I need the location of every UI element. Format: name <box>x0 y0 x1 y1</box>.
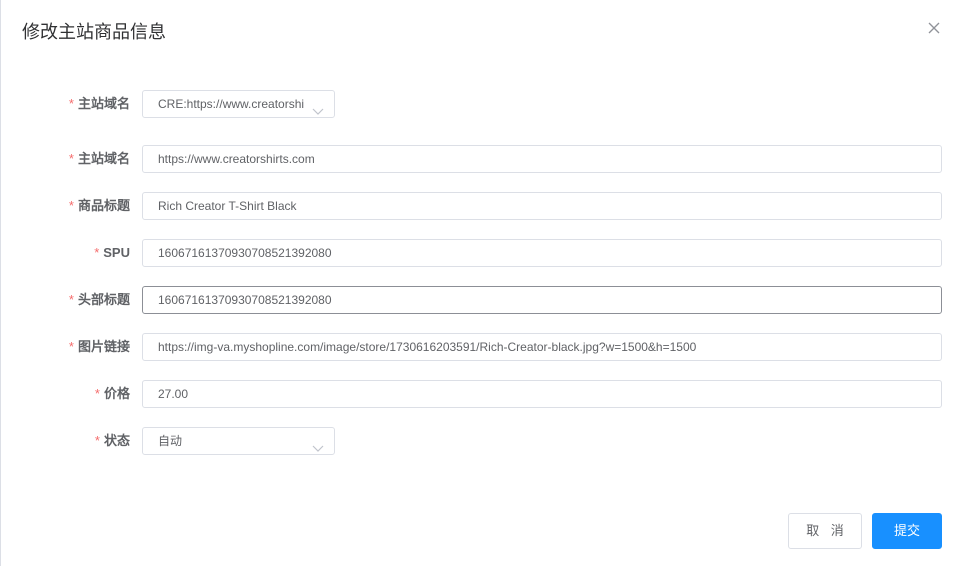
required-mark: * <box>68 151 74 166</box>
status-select[interactable]: 自动 <box>142 427 335 455</box>
close-icon[interactable] <box>925 19 943 37</box>
field-label: * SPU <box>94 245 130 260</box>
dialog-title: 修改主站商品信息 <box>22 22 166 42</box>
field-label: * 主站域名 <box>68 96 130 111</box>
form-row-image-link: * 图片链接 https://img-va.myshopline.com/imag… <box>1 333 957 361</box>
header-title-input[interactable]: 16067161370930708521392080 <box>142 286 942 314</box>
edit-product-dialog: 修改主站商品信息 * 主站域名 CRE:https://www.creatorsh… <box>0 0 957 566</box>
form-row-site-domain: * 主站域名 https://www.creatorshirts.com <box>1 145 957 173</box>
chevron-down-icon <box>312 436 324 452</box>
site-domain-select[interactable]: CRE:https://www.creatorshi <box>142 90 335 118</box>
product-title-input[interactable]: Rich Creator T-Shirt Black <box>142 192 942 220</box>
chevron-down-icon <box>312 99 324 115</box>
required-mark: * <box>68 339 74 354</box>
image-link-input[interactable]: https://img-va.myshopline.com/image/stor… <box>142 333 942 361</box>
field-label: * 主站域名 <box>68 151 130 166</box>
form-row-site-domain-select: * 主站域名 CRE:https://www.creatorshi <box>1 90 957 118</box>
submit-button[interactable]: 提交 <box>872 513 942 549</box>
spu-input[interactable]: 16067161370930708521392080 <box>142 239 942 267</box>
required-mark: * <box>94 245 100 260</box>
field-label: * 头部标题 <box>68 292 130 307</box>
required-mark: * <box>68 292 74 307</box>
field-label: * 状态 <box>94 433 130 448</box>
site-domain-input[interactable]: https://www.creatorshirts.com <box>142 145 942 173</box>
price-input[interactable]: 27.00 <box>142 380 942 408</box>
required-mark: * <box>68 96 74 111</box>
field-label: * 价格 <box>94 386 130 401</box>
form-row-product-title: * 商品标题 Rich Creator T-Shirt Black <box>1 192 957 220</box>
field-label: * 商品标题 <box>68 198 130 213</box>
required-mark: * <box>68 198 74 213</box>
cancel-button[interactable]: 取 消 <box>788 513 862 549</box>
required-mark: * <box>94 433 100 448</box>
form-row-spu: * SPU 16067161370930708521392080 <box>1 239 957 267</box>
required-mark: * <box>94 386 100 401</box>
field-label: * 图片链接 <box>68 339 130 354</box>
form-row-status: * 状态 自动 <box>1 427 957 455</box>
form-row-price: * 价格 27.00 <box>1 380 957 408</box>
form-row-header-title: * 头部标题 16067161370930708521392080 <box>1 286 957 314</box>
